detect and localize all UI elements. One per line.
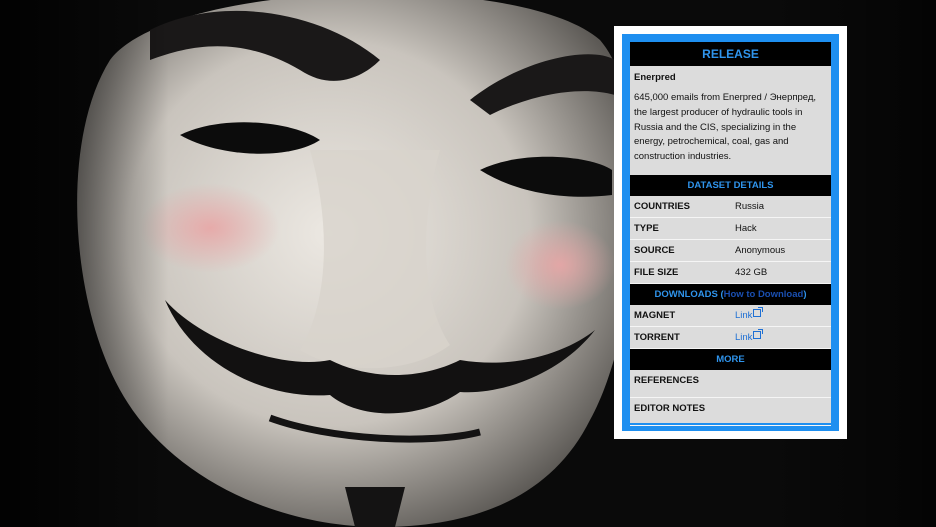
detail-value: 432 GB [735, 267, 768, 278]
detail-value: Anonymous [735, 245, 786, 256]
release-card: RELEASE Enerpred 645,000 emails from Ene… [630, 42, 831, 426]
downloads-header: DOWNLOADS (How to Download) [630, 284, 831, 305]
release-header: RELEASE [630, 42, 831, 66]
detail-row-source: SOURCE Anonymous [630, 240, 831, 262]
release-name: Enerpred [634, 72, 676, 83]
downloads-paren-close: ) [803, 289, 807, 300]
release-description: 645,000 emails from Enerpred / Энерпред,… [634, 92, 817, 163]
detail-value: Russia [735, 201, 765, 212]
detail-row-file-size: FILE SIZE 432 GB [630, 262, 831, 284]
download-row-torrent: TORRENT Link [630, 327, 831, 349]
download-key: MAGNET [634, 310, 676, 321]
download-row-magnet: MAGNET Link [630, 305, 831, 327]
how-to-download-link[interactable]: How to Download [724, 289, 804, 300]
detail-row-type: TYPE Hack [630, 218, 831, 240]
detail-value: Hack [735, 223, 757, 234]
downloads-header-label: DOWNLOADS [654, 289, 718, 300]
detail-key: SOURCE [634, 245, 675, 256]
detail-key: TYPE [634, 223, 659, 234]
dataset-details-header: DATASET DETAILS [630, 175, 831, 196]
download-value: Link [735, 327, 831, 348]
magnet-link[interactable]: Link [735, 310, 752, 321]
references-section[interactable]: REFERENCES [630, 370, 831, 398]
detail-key: FILE SIZE [634, 267, 679, 278]
external-link-icon [753, 329, 764, 339]
download-key: TORRENT [634, 332, 680, 343]
download-value: Link [735, 305, 831, 326]
detail-key: COUNTRIES [634, 201, 690, 212]
more-header: MORE [630, 349, 831, 370]
external-link-icon [753, 307, 764, 317]
editor-notes-section[interactable]: EDITOR NOTES [630, 398, 831, 426]
torrent-link[interactable]: Link [735, 332, 752, 343]
detail-row-countries: COUNTRIES Russia [630, 196, 831, 218]
